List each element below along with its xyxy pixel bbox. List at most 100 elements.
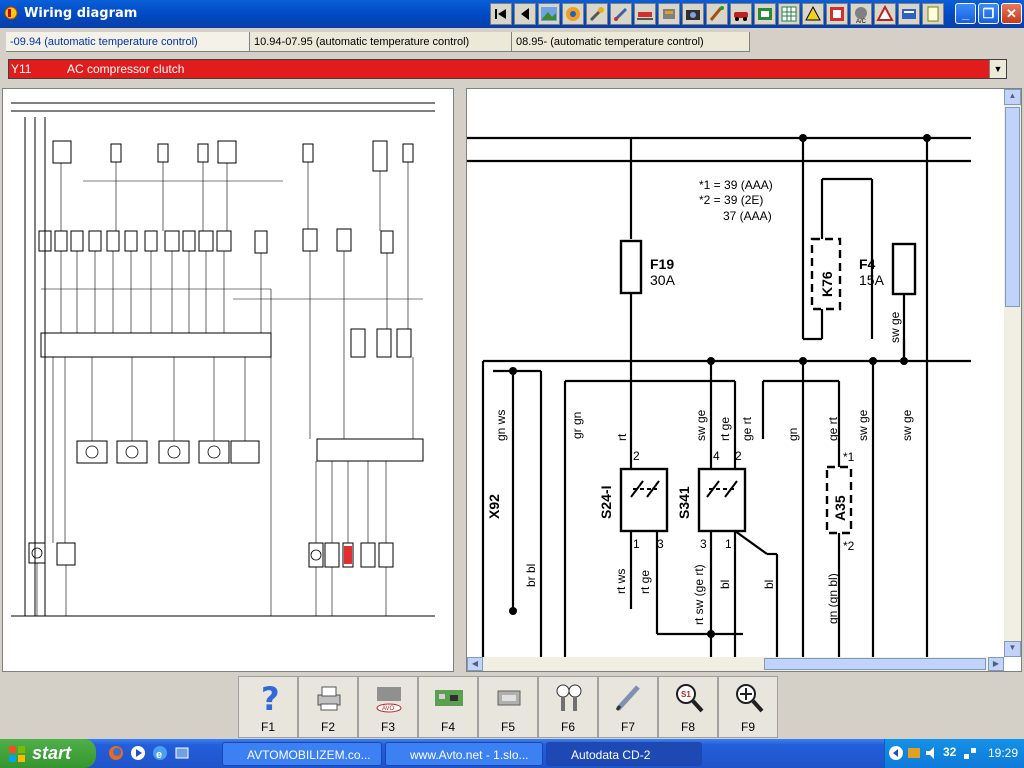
scroll-right-icon[interactable]: ▶ [988, 657, 1004, 671]
diagram-detail-panel[interactable]: *1 = 39 (AAA) *2 = 39 (2E) 37 (AAA) F19 … [466, 88, 1022, 689]
svg-text:gr gn: gr gn [570, 412, 584, 439]
svg-text:2: 2 [633, 449, 640, 463]
svg-text:3: 3 [700, 537, 707, 551]
svg-text:30A: 30A [650, 272, 676, 288]
engine-icon[interactable] [658, 3, 680, 25]
svg-text:*1 = 39 (AAA): *1 = 39 (AAA) [699, 178, 773, 192]
notes-icon[interactable] [922, 3, 944, 25]
minimize-button[interactable]: _ [955, 3, 976, 24]
internet-explorer-icon[interactable]: e [152, 745, 168, 761]
horizontal-scroll-thumb[interactable] [764, 658, 986, 670]
tray-expand-icon[interactable] [888, 745, 904, 761]
f8-zoom-component-button[interactable]: S1 F8 [658, 676, 718, 738]
camera-icon[interactable] [682, 3, 704, 25]
globe-icon[interactable] [562, 3, 584, 25]
taskbar-item-autodata[interactable]: Autodata CD-2 [546, 742, 702, 766]
svg-text:ge rt: ge rt [826, 416, 840, 441]
gauges-icon [556, 684, 582, 711]
f1-help-button[interactable]: ? F1 [238, 676, 298, 738]
taskbar-item-label: www.Avto.net - 1.slo... [410, 748, 529, 762]
start-button[interactable]: start [0, 739, 96, 768]
detail-diagram: *1 = 39 (AAA) *2 = 39 (2E) 37 (AAA) F19 … [467, 134, 971, 689]
tab-variant-3[interactable]: 08.95- (automatic temperature control) [512, 32, 750, 52]
window-title: Wiring diagram [24, 6, 138, 21]
f4-circuit-button[interactable]: F4 [418, 676, 478, 738]
svg-text:4: 4 [713, 449, 720, 463]
zoom-component-icon: S1 [676, 684, 704, 713]
maximize-button[interactable]: ❐ [978, 3, 999, 24]
svg-text:sw ge: sw ge [856, 409, 870, 441]
tools-icon[interactable] [586, 3, 608, 25]
svg-text:S341: S341 [676, 486, 692, 519]
alert-icon[interactable] [874, 3, 896, 25]
previous-button[interactable] [514, 3, 536, 25]
svg-text:gn: gn [786, 428, 800, 441]
windows-logo-icon [9, 746, 25, 762]
svg-text:br bl: br bl [524, 564, 538, 587]
f7-pen-button[interactable]: F7 [598, 676, 658, 738]
scroll-down-icon[interactable]: ▼ [1004, 641, 1021, 657]
car-lift-icon[interactable] [634, 3, 656, 25]
f9-zoom-locate-button[interactable]: F9 [718, 676, 778, 738]
taskbar-item-label: AVTOMOBILIZEM.co... [247, 748, 371, 762]
svg-text:1: 1 [725, 537, 732, 551]
svg-text:?: ? [261, 681, 280, 715]
svg-text:*2: *2 [843, 539, 855, 553]
image-tool-icon[interactable] [538, 3, 560, 25]
show-desktop-icon[interactable] [174, 745, 190, 761]
diagnostic-icon[interactable] [826, 3, 848, 25]
taskbar-item-label: Autodata CD-2 [571, 748, 651, 762]
f5-component-button[interactable]: F5 [478, 676, 538, 738]
svg-text:S1: S1 [681, 690, 691, 699]
first-page-button[interactable] [490, 3, 512, 25]
f6-gauges-button[interactable]: F6 [538, 676, 598, 738]
ac-icon[interactable]: A/C [850, 3, 872, 25]
vertical-scroll-thumb[interactable] [1005, 107, 1020, 307]
gearbox-icon[interactable] [754, 3, 776, 25]
warning-tool-icon[interactable] [802, 3, 824, 25]
svg-text:rt ge: rt ge [638, 570, 652, 594]
start-label: start [32, 743, 72, 763]
component-description: AC compressor clutch [67, 62, 185, 76]
grid-icon[interactable] [778, 3, 800, 25]
svg-text:1: 1 [633, 537, 640, 551]
app-icon [4, 6, 18, 20]
dropdown-arrow-icon[interactable]: ▼ [989, 60, 1006, 78]
svg-text:rt ge: rt ge [718, 417, 732, 441]
f2-print-button[interactable]: F2 [298, 676, 358, 738]
svg-text:37 (AAA): 37 (AAA) [723, 209, 772, 223]
scroll-up-icon[interactable]: ▲ [1004, 89, 1021, 105]
brush-icon[interactable] [706, 3, 728, 25]
svg-text:K76: K76 [819, 271, 835, 297]
service-icon[interactable] [898, 3, 920, 25]
volume-icon[interactable] [924, 745, 940, 761]
diagram-overview-panel[interactable] [2, 88, 454, 672]
network-icon[interactable] [962, 745, 978, 761]
svg-text:F4: F4 [859, 256, 876, 272]
firefox-icon[interactable] [108, 745, 124, 761]
media-player-icon[interactable] [130, 745, 146, 761]
svg-text:*1: *1 [843, 450, 855, 464]
component-select[interactable]: Y11 AC compressor clutch ▼ [8, 59, 1007, 79]
circuit-board-icon [435, 690, 463, 706]
svg-text:ge rt: ge rt [740, 416, 754, 441]
vertical-scrollbar[interactable]: ▲ ▼ [1004, 89, 1021, 657]
close-button[interactable]: ✕ [1001, 3, 1022, 24]
horizontal-scrollbar[interactable]: ◀ ▶ [467, 657, 1004, 671]
avto-icon: AVO [376, 687, 402, 713]
tab-variant-2[interactable]: 10.94-07.95 (automatic temperature contr… [250, 32, 512, 52]
svg-text:sw ge: sw ge [888, 311, 902, 343]
component-code: Y11 [11, 62, 32, 76]
wrench-icon[interactable] [610, 3, 632, 25]
svg-text:rt: rt [615, 433, 629, 441]
svg-text:sw ge: sw ge [900, 409, 914, 441]
f3-avto-button[interactable]: AVO F3 [358, 676, 418, 738]
scroll-left-icon[interactable]: ◀ [467, 657, 483, 671]
tab-variant-1[interactable]: -09.94 (automatic temperature control) [6, 32, 250, 52]
tray-app-icon[interactable] [906, 745, 922, 761]
vehicle-icon[interactable] [730, 3, 752, 25]
variant-tabs: -09.94 (automatic temperature control) 1… [0, 30, 1024, 52]
taskbar-item-avtonet[interactable]: www.Avto.net - 1.slo... [385, 742, 543, 766]
taskbar-item-avtomobilizem[interactable]: AVTOMOBILIZEM.co... [222, 742, 382, 766]
zoom-locate-icon [736, 684, 764, 713]
